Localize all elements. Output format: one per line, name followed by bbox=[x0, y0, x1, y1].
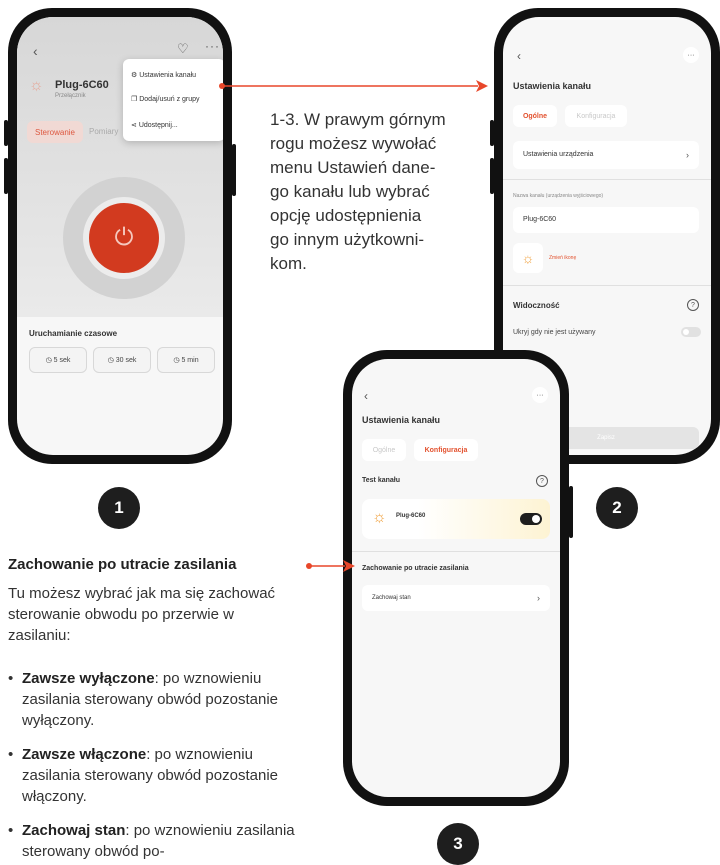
sun-icon[interactable]: ☼ bbox=[513, 243, 543, 273]
device-name: Plug-6C60 bbox=[396, 513, 426, 519]
page-title: Ustawienia kanału bbox=[362, 415, 441, 425]
more-icon[interactable]: ··· bbox=[532, 387, 548, 403]
side-button bbox=[569, 486, 573, 538]
power-button[interactable]: ⏻ bbox=[89, 203, 159, 273]
hide-unused-toggle[interactable] bbox=[681, 327, 701, 337]
tab-general[interactable]: Ogólne bbox=[362, 439, 406, 461]
phone-3: ‹ ··· Ustawienia kanału Ogólne Konfigura… bbox=[343, 350, 573, 806]
back-icon[interactable]: ‹ bbox=[364, 389, 368, 403]
change-icon-link[interactable]: Zmień ikonę bbox=[549, 255, 576, 261]
help-icon[interactable]: ? bbox=[536, 475, 548, 487]
bullet-item: • Zachowaj stan: po wznowieniu zasilania… bbox=[8, 822, 295, 860]
clock-icon: ◷ bbox=[107, 357, 116, 364]
group-icon: ❐ bbox=[131, 96, 138, 103]
side-button bbox=[4, 158, 8, 194]
menu-item-group[interactable]: ❐ Dodaj/usuń z grupy bbox=[131, 95, 200, 103]
menu-item-share[interactable]: ⋖ Udostępnij... bbox=[131, 121, 178, 129]
back-icon[interactable]: ‹ bbox=[33, 43, 38, 59]
divider bbox=[503, 179, 711, 180]
timer-title: Uruchamianie czasowe bbox=[29, 329, 118, 338]
channel-name-label: Nazwa kanału (urządzenia wyjściowego) bbox=[513, 193, 604, 199]
timer-button[interactable]: ◷ 5 sek bbox=[29, 347, 87, 373]
power-icon: ⏻ bbox=[114, 224, 134, 251]
bullet-item: • Zawsze wyłączone: po wznowieniu zasila… bbox=[8, 670, 278, 729]
heart-icon[interactable]: ♡ bbox=[177, 41, 189, 57]
tab-sterowanie[interactable]: Sterowanie bbox=[27, 121, 83, 143]
arrow-dot bbox=[306, 563, 312, 569]
tab-config[interactable]: Konfiguracja bbox=[414, 439, 478, 461]
step-badge-1: 1 bbox=[98, 487, 140, 529]
arrow-head bbox=[476, 80, 488, 92]
tab-general[interactable]: Ogólne bbox=[513, 105, 557, 127]
device-subtitle: Przełącznik bbox=[55, 93, 86, 99]
timer-button[interactable]: ◷ 30 sek bbox=[93, 347, 151, 373]
section-heading: Zachowanie po utracie zasilania bbox=[8, 556, 237, 573]
power-loss-select[interactable]: Zachowaj stan › bbox=[362, 585, 550, 611]
hide-unused-label: Ukryj gdy nie jest używany bbox=[513, 329, 596, 336]
section-intro: Tu możesz wybrać jak ma się zachować ste… bbox=[8, 585, 276, 644]
page-title: Ustawienia kanału bbox=[513, 81, 592, 91]
test-channel-title: Test kanału bbox=[362, 477, 400, 484]
side-button bbox=[490, 158, 494, 194]
phone-3-screen: ‹ ··· Ustawienia kanału Ogólne Konfigura… bbox=[352, 359, 560, 797]
phone-1: ‹ ♡ ··· ☼ Plug-6C60 Przełącznik Sterowan… bbox=[4, 8, 236, 464]
phone-1-screen: ‹ ♡ ··· ☼ Plug-6C60 Przełącznik Sterowan… bbox=[17, 17, 223, 455]
power-loss-title: Zachowanie po utracie zasilania bbox=[362, 565, 469, 572]
description-text: 1-3. W prawym górnym rogu możesz wywołać… bbox=[270, 110, 446, 273]
chevron-right-icon: › bbox=[537, 593, 540, 603]
chevron-right-icon: › bbox=[686, 150, 689, 160]
side-button bbox=[232, 144, 236, 196]
sun-icon: ☼ bbox=[29, 77, 44, 94]
test-channel-card: ☼ Plug-6C60 bbox=[362, 499, 550, 539]
visibility-title: Widoczność bbox=[513, 301, 560, 310]
sun-icon: ☼ bbox=[372, 509, 387, 526]
step-badge-3: 3 bbox=[437, 823, 479, 865]
help-icon[interactable]: ? bbox=[687, 299, 699, 311]
channel-toggle[interactable] bbox=[520, 513, 542, 525]
step-badge-2: 2 bbox=[596, 487, 638, 529]
divider bbox=[503, 285, 711, 286]
share-icon: ⋖ bbox=[131, 122, 137, 129]
menu-item-channel-settings[interactable]: ⚙ Ustawienia kanału bbox=[131, 71, 196, 79]
side-button bbox=[4, 120, 8, 146]
back-icon[interactable]: ‹ bbox=[517, 49, 521, 63]
channel-name-input[interactable]: Plug-6C60 bbox=[513, 207, 699, 233]
tab-pomiary[interactable]: Pomiary bbox=[89, 121, 118, 143]
more-icon[interactable]: ··· bbox=[683, 47, 699, 63]
clock-icon: ◷ bbox=[173, 357, 182, 364]
timer-button[interactable]: ◷ 5 min bbox=[157, 347, 215, 373]
device-name: Plug-6C60 bbox=[55, 79, 109, 91]
tab-config[interactable]: Konfiguracja bbox=[565, 105, 627, 127]
device-settings-row[interactable]: Ustawienia urządzenia › bbox=[513, 141, 699, 169]
bullet-item: • Zawsze włączone: po wznowieniu zasilan… bbox=[8, 746, 278, 805]
side-button bbox=[490, 120, 494, 146]
clock-icon: ◷ bbox=[45, 357, 54, 364]
gear-icon: ⚙ bbox=[131, 72, 138, 79]
more-icon[interactable]: ··· bbox=[205, 39, 220, 53]
divider bbox=[352, 551, 560, 552]
context-menu: ⚙ Ustawienia kanału ❐ Dodaj/usuń z grupy… bbox=[123, 59, 223, 141]
